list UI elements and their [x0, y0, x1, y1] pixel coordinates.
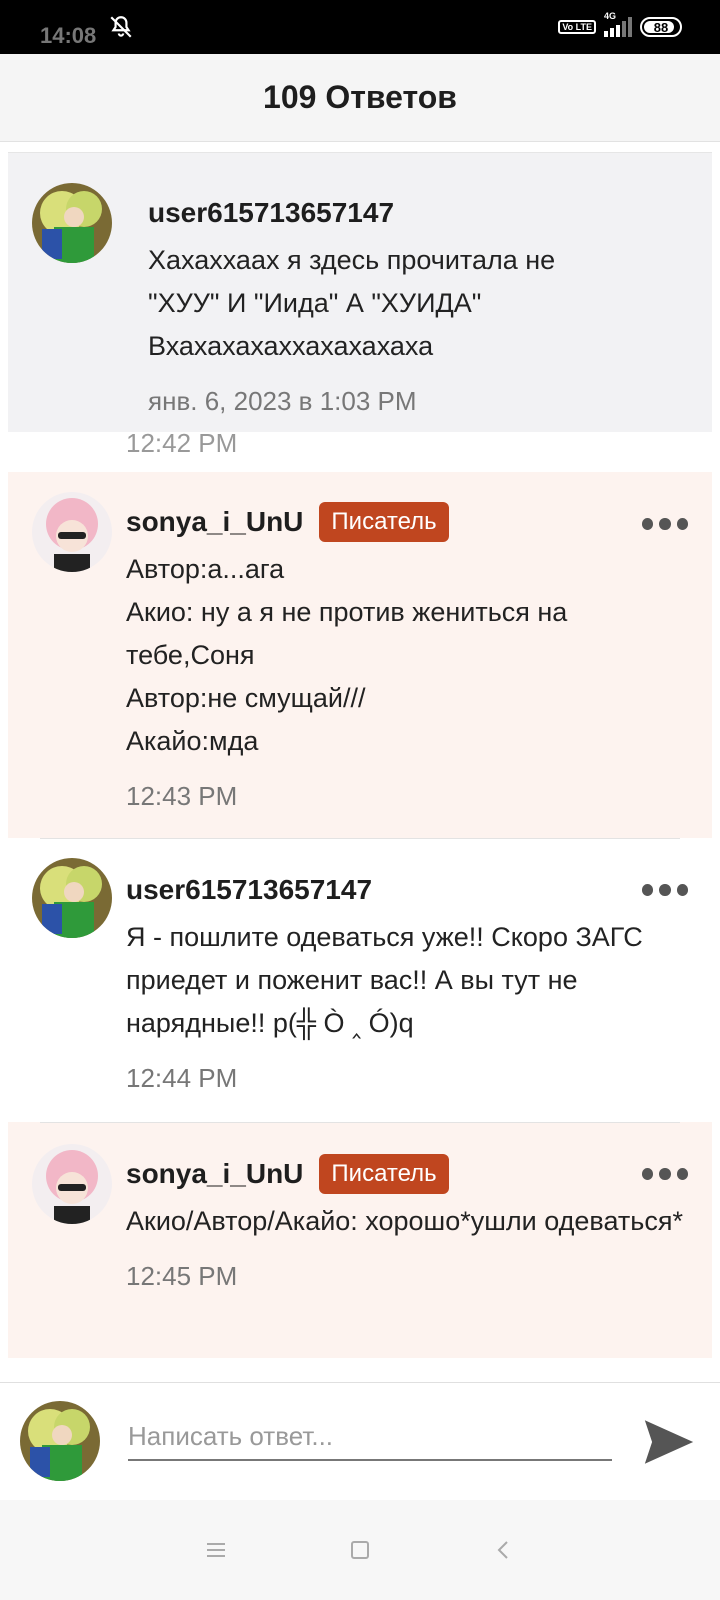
- avatar-image: [32, 492, 112, 572]
- list-item: sonya_i_UnU Писатель Акио/Автор/Акайо: х…: [8, 1122, 712, 1358]
- avatar-image: [32, 1144, 112, 1224]
- avatar[interactable]: [32, 858, 112, 938]
- comment-text: Автор:а...ага Акио: ну а я не против жен…: [126, 554, 568, 756]
- back-icon[interactable]: [487, 1533, 521, 1567]
- comment-timestamp: 12:44 PM: [126, 1063, 238, 1093]
- home-icon[interactable]: [343, 1533, 377, 1567]
- comment-timestamp: 12:43 PM: [126, 781, 238, 811]
- system-nav-bar: [0, 1500, 720, 1600]
- volte-icon: Vo LTE: [558, 20, 596, 34]
- menu-icon[interactable]: [199, 1533, 233, 1567]
- top-header: 109 Ответов: [0, 54, 720, 142]
- comment-text: Акио/Автор/Акайо: хорошо*ушли одеваться*: [126, 1206, 683, 1236]
- avatar-image: [32, 858, 112, 938]
- writer-badge: Писатель: [319, 502, 449, 542]
- avatar-image: [20, 1401, 100, 1481]
- battery-icon: 88: [640, 17, 682, 37]
- comment-text: Я - пошлите одеваться уже!! Скоро ЗАГС п…: [126, 922, 643, 1038]
- username[interactable]: user615713657147: [148, 197, 394, 229]
- status-time: 14:08: [40, 23, 97, 48]
- avatar-image: [32, 183, 112, 263]
- comment-text: Хахаххаах я здесь прочитала не "ХУУ" И "…: [148, 245, 556, 361]
- reply-composer: [0, 1382, 720, 1500]
- hidden-timestamp: 12:42 PM: [126, 428, 238, 458]
- my-avatar: [20, 1401, 100, 1481]
- list-item: user615713657147 Я - пошлите одеваться у…: [8, 838, 712, 1122]
- notifications-off-icon: [110, 16, 132, 38]
- replies-list[interactable]: 12:42 PM user615713657147 Хахаххаах я зд…: [0, 142, 720, 1382]
- writer-badge: Писатель: [319, 1154, 449, 1194]
- status-bar: 14:08 Vo LTE 4G 88: [0, 0, 720, 54]
- username[interactable]: user615713657147: [126, 874, 372, 906]
- page-title: 109 Ответов: [263, 79, 457, 115]
- reply-input[interactable]: [128, 1413, 612, 1461]
- comment-timestamp: янв. 6, 2023 в 1:03 PM: [148, 386, 417, 416]
- send-icon[interactable]: [640, 1413, 698, 1471]
- comment-timestamp: 12:45 PM: [126, 1261, 238, 1291]
- avatar[interactable]: [32, 492, 112, 572]
- signal-icon: 4G: [604, 11, 632, 37]
- avatar[interactable]: [32, 183, 112, 263]
- username[interactable]: sonya_i_UnU: [126, 506, 303, 538]
- pinned-comment: user615713657147 Хахаххаах я здесь прочи…: [8, 152, 712, 432]
- avatar[interactable]: [32, 1144, 112, 1224]
- list-item: sonya_i_UnU Писатель Автор:а...ага Акио:…: [8, 472, 712, 838]
- username[interactable]: sonya_i_UnU: [126, 1158, 303, 1190]
